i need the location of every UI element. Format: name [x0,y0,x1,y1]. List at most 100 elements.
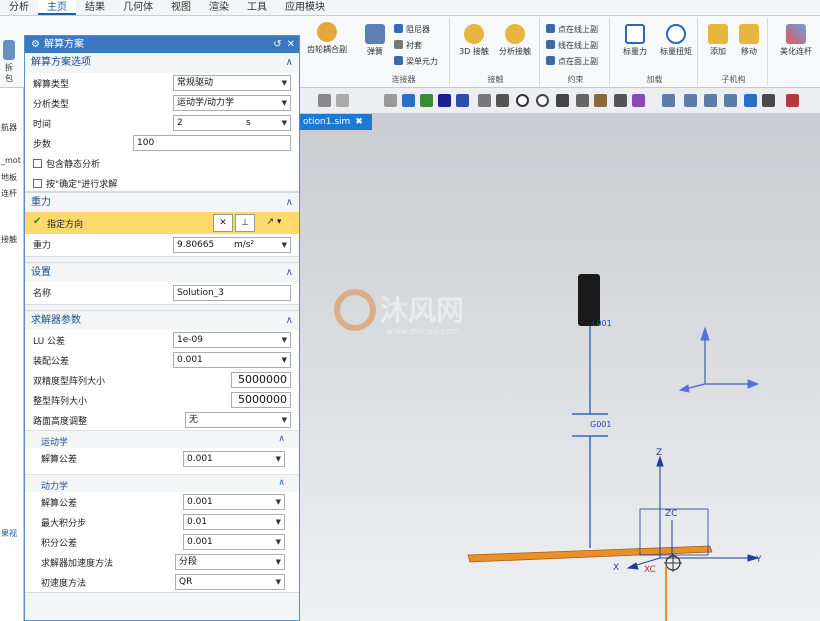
nav-item-contact[interactable]: 接触 [1,234,17,245]
vector-inferred-button[interactable]: ↗ ▾ [259,214,289,232]
line-icon[interactable] [438,94,451,107]
rotate-icon[interactable] [704,94,717,107]
subsection-dynamics[interactable]: 动力学 ∧ [25,474,299,492]
analysis-contact-button[interactable]: 分析接触 [494,24,536,57]
steps-input[interactable]: 100 [133,135,291,151]
slash-icon[interactable] [576,94,589,107]
init-vel-method-select[interactable]: QR ▼ [175,574,285,590]
tab-close-icon[interactable]: ✖ [355,117,363,127]
nav-item-motion[interactable]: _mot [1,156,21,165]
analysis-type-select[interactable]: 运动学/动力学 ▼ [173,95,291,111]
box-select-icon[interactable] [384,94,397,107]
section-header-settings[interactable]: 设置 ∧ [25,262,299,282]
menu-geometry[interactable]: 几何体 [114,0,162,15]
add-button[interactable]: 添加 [704,24,732,57]
contact-3d-button[interactable]: 3D 接触 [456,24,492,57]
int-array-input[interactable]: 5000000 [231,392,291,408]
nav-results-view[interactable]: 果视 [1,528,17,539]
gear-couple-button[interactable]: 齿轮耦合副 [302,22,352,55]
filter-icon[interactable] [336,94,349,107]
time-input[interactable]: 2 s ▼ [173,115,291,131]
accel-method-select[interactable]: 分段 ▼ [175,554,285,570]
kin-solve-tol-select[interactable]: 0.001 ▼ [183,451,285,467]
point-on-surface-button[interactable]: 点在面上副 [546,56,598,67]
subsection-kinematics[interactable]: 运动学 ∧ [25,430,299,448]
menu-apps[interactable]: 应用模块 [276,0,334,15]
curve-icon[interactable] [456,94,469,107]
row-max-step: 最大积分步 0.01 ▼ [25,512,299,532]
dialog-title: 解算方案 [43,39,84,50]
select-icon[interactable] [318,94,331,107]
cross-icon[interactable] [556,94,569,107]
vector-dialog-button[interactable]: ⊥ [235,214,255,232]
floor-plate[interactable] [467,545,713,563]
solve-on-ok-checkbox[interactable] [33,179,42,188]
spring-button[interactable]: 弹簧 [360,24,390,57]
snap-icon[interactable] [420,94,433,107]
point-on-curve-button[interactable]: 点在线上副 [546,24,598,35]
chevron-up-icon[interactable]: ∧ [286,53,293,73]
layout-icon[interactable] [744,94,757,107]
diamond-icon[interactable] [614,94,627,107]
lu-tolerance-select[interactable]: 1e-09 ▼ [173,332,291,348]
reset-icon[interactable]: ↺ [273,39,281,50]
nav-item-navigator[interactable]: 航器 [1,122,17,133]
section-header-options[interactable]: 解算方案选项 ∧ [25,53,299,73]
grid-icon[interactable] [762,94,775,107]
static-analysis-checkbox[interactable] [33,159,42,168]
menu-tools[interactable]: 工具 [238,0,276,15]
damper-button[interactable]: 阻尼器 [394,24,430,35]
menu-home[interactable]: 主页 [38,0,76,15]
menu-view[interactable]: 视图 [162,0,200,15]
menu-analysis[interactable]: 分析 [0,0,38,15]
graphics-viewport[interactable]: 沐风网 www.mfcad.com L001 G001 Z ZC Y X XC [300,114,820,621]
menu-results[interactable]: 结果 [76,0,114,15]
chevron-up-icon[interactable]: ∧ [278,434,285,444]
chevron-up-icon[interactable]: ∧ [286,311,293,331]
capture-icon[interactable] [684,94,697,107]
chevron-up-icon[interactable]: ∧ [286,263,293,283]
dyn-solve-tol-select[interactable]: 0.001 ▼ [183,494,285,510]
point-icon[interactable] [496,94,509,107]
circle-icon[interactable] [536,94,549,107]
solid-view-icon[interactable] [402,94,415,107]
scalar-force-button[interactable]: 标量力 [616,24,654,57]
road-height-select[interactable]: 无 ▼ [185,412,291,428]
center-icon[interactable] [516,94,529,107]
beam-force-button[interactable]: 梁单元力 [394,56,438,67]
row-specify-direction[interactable]: ✔ 指定方向 ✕ ⊥ ↗ ▾ [25,212,299,234]
move-button[interactable]: 移动 [734,24,764,57]
name-input[interactable]: Solution_3 [173,285,291,301]
tab-sim-file[interactable]: otion1.sim ✖ [300,114,372,130]
close-icon[interactable]: ✕ [287,39,295,50]
nav-item-floor[interactable]: 地板 [1,172,17,183]
layer-icon[interactable] [632,94,645,107]
camera-icon[interactable] [662,94,675,107]
arc-icon[interactable] [478,94,491,107]
menu-render[interactable]: 渲染 [200,0,238,15]
bushing-button[interactable]: 衬套 [394,40,422,51]
gravity-input[interactable]: 9.80665 m/s² ▼ [173,237,291,253]
int-tol-select[interactable]: 0.001 ▼ [183,534,285,550]
curve-on-curve-button[interactable]: 线在线上副 [546,40,598,51]
nav-item-link[interactable]: 连杆 [1,188,17,199]
assembly-tolerance-select[interactable]: 0.001 ▼ [173,352,291,368]
unpack-icon [3,40,15,60]
section-header-solver[interactable]: 求解器参数 ∧ [25,310,299,330]
max-step-select[interactable]: 0.01 ▼ [183,514,285,530]
solve-type-select[interactable]: 常规驱动 ▼ [173,75,291,91]
pencil-icon[interactable] [594,94,607,107]
beautify-link-button[interactable]: 美化连杆 [774,24,818,57]
scalar-torque-button[interactable]: 标量扭矩 [656,24,696,57]
double-array-input[interactable]: 5000000 [231,372,291,388]
refresh-icon[interactable] [724,94,737,107]
reverse-direction-button[interactable]: ✕ [213,214,233,232]
section-header-gravity[interactable]: 重力 ∧ [25,192,299,212]
ribbon-unpack-button[interactable]: 拆包 [2,40,16,84]
dropdown-icon: ▼ [281,356,287,364]
dialog-titlebar[interactable]: ⚙ 解算方案 ↺ ✕ [25,36,299,53]
ribbon-group-submechanism: 添加 移动 子机构 [700,18,768,86]
paint-icon[interactable] [786,94,799,107]
chevron-up-icon[interactable]: ∧ [286,193,293,213]
chevron-up-icon[interactable]: ∧ [278,478,285,488]
